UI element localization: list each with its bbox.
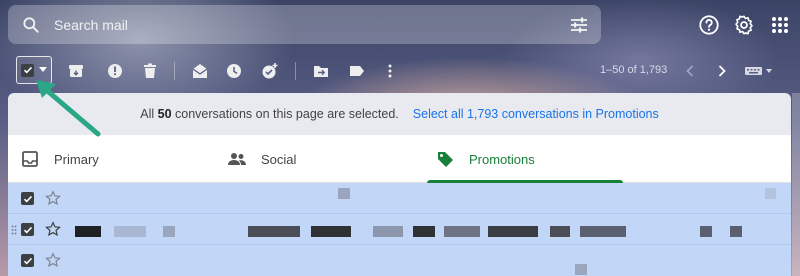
category-tabs: Primary Social Promotions: [8, 135, 791, 183]
tab-label: Promotions: [469, 151, 535, 167]
redacted-block: [163, 226, 175, 237]
select-all-conversations-link[interactable]: Select all 1,793 conversations in Promot…: [413, 107, 659, 121]
scrollbar[interactable]: [792, 93, 800, 276]
redacted-block: [700, 226, 712, 237]
message-list: [8, 183, 791, 276]
tune-icon[interactable]: [557, 5, 601, 44]
tab-label: Social: [261, 151, 297, 167]
redacted-block: [550, 226, 570, 237]
table-row[interactable]: [8, 245, 791, 276]
snooze-icon[interactable]: [222, 58, 246, 84]
next-page-icon[interactable]: [711, 58, 733, 84]
delete-icon[interactable]: [138, 58, 162, 84]
redacted-block: [338, 188, 350, 199]
tag-icon: [435, 149, 455, 169]
apps-icon[interactable]: [767, 12, 793, 38]
row-checkbox[interactable]: [21, 192, 34, 205]
banner-prefix: All: [140, 107, 155, 121]
redacted-block: [580, 226, 626, 237]
redacted-block: [248, 226, 300, 237]
redacted-block: [373, 226, 403, 237]
redacted-block: [444, 226, 480, 237]
search-icon[interactable]: [8, 5, 54, 44]
tab-promotions[interactable]: Promotions: [435, 135, 635, 183]
more-icon[interactable]: [378, 58, 402, 84]
drag-handle-icon[interactable]: [11, 225, 17, 235]
search-bar[interactable]: Search mail: [8, 5, 601, 44]
banner-count: 50: [157, 107, 172, 121]
redacted-block: [311, 226, 351, 237]
row-checkbox[interactable]: [21, 223, 34, 236]
keyboard-icon[interactable]: [742, 58, 776, 84]
add-task-icon[interactable]: [258, 58, 282, 84]
redacted-block: [488, 226, 538, 237]
inbox-icon: [20, 149, 40, 169]
annotation-arrow-icon: [36, 80, 101, 137]
search-input[interactable]: Search mail: [54, 17, 557, 33]
help-icon[interactable]: [696, 12, 722, 38]
chevron-down-icon: [39, 67, 47, 72]
tab-label: Primary: [54, 151, 99, 167]
star-icon[interactable]: [45, 221, 61, 237]
banner-text: conversations on this page are selected.: [175, 107, 399, 121]
people-icon: [227, 149, 247, 169]
table-row[interactable]: [8, 214, 791, 245]
mark-read-icon[interactable]: [188, 58, 212, 84]
toolbar-divider: [295, 62, 296, 80]
move-to-icon[interactable]: [309, 58, 333, 84]
tab-social[interactable]: Social: [227, 135, 427, 183]
pagination-range: 1–50 of 1,793: [600, 64, 668, 76]
star-icon[interactable]: [45, 252, 61, 268]
table-row[interactable]: [8, 183, 791, 214]
selection-banner: All 50 conversations on this page are se…: [8, 93, 791, 135]
redacted-block: [413, 226, 435, 237]
settings-icon[interactable]: [731, 12, 757, 38]
toolbar-divider: [174, 62, 175, 80]
row-checkbox[interactable]: [21, 254, 34, 267]
redacted-block: [575, 264, 587, 275]
prev-page-icon[interactable]: [679, 58, 701, 84]
redacted-block: [75, 226, 101, 237]
redacted-block: [730, 226, 742, 237]
label-icon[interactable]: [345, 58, 369, 84]
redacted-block: [765, 188, 776, 199]
redacted-block: [114, 226, 146, 237]
star-icon[interactable]: [45, 190, 61, 206]
